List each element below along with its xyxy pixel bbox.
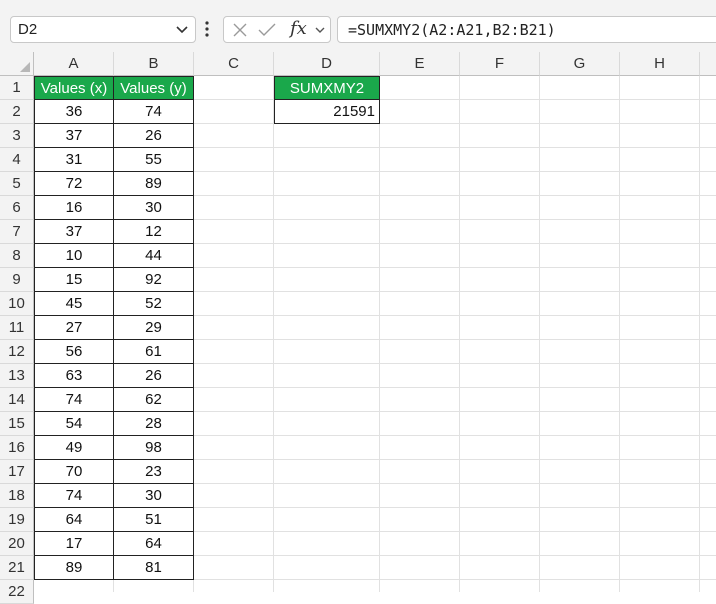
row-header[interactable]: 18 <box>0 484 34 508</box>
table-cell-y[interactable]: 92 <box>114 268 194 292</box>
row-header[interactable]: 7 <box>0 220 34 244</box>
table-cell-y[interactable]: 26 <box>114 124 194 148</box>
column-header-i[interactable] <box>700 52 716 76</box>
table-cell-x[interactable]: 54 <box>34 412 114 436</box>
row-header[interactable]: 3 <box>0 124 34 148</box>
table-cell-y[interactable]: 52 <box>114 292 194 316</box>
row-header[interactable]: 20 <box>0 532 34 556</box>
table-cell-x[interactable]: 89 <box>34 556 114 580</box>
table-cell-x[interactable]: 16 <box>34 196 114 220</box>
row-header[interactable]: 11 <box>0 316 34 340</box>
table-cell-y[interactable]: 62 <box>114 388 194 412</box>
table-cell-y[interactable]: 26 <box>114 364 194 388</box>
chevron-down-icon[interactable] <box>314 24 326 36</box>
row-header[interactable]: 5 <box>0 172 34 196</box>
table-cell-y[interactable]: 51 <box>114 508 194 532</box>
table-cell-x[interactable]: 56 <box>34 340 114 364</box>
table-cell-x[interactable]: 15 <box>34 268 114 292</box>
header-sumxmy2[interactable]: SUMXMY2 <box>274 76 380 100</box>
name-box[interactable]: D2 <box>10 16 196 43</box>
enter-check-icon[interactable] <box>258 22 276 38</box>
table-cell-x[interactable]: 31 <box>34 148 114 172</box>
row-header[interactable]: 16 <box>0 436 34 460</box>
table-cell-y[interactable]: 64 <box>114 532 194 556</box>
row-header[interactable]: 1 <box>0 76 34 100</box>
cancel-icon[interactable] <box>232 22 248 38</box>
column-header-b[interactable]: B <box>114 52 194 76</box>
row-header[interactable]: 6 <box>0 196 34 220</box>
table-cell-x[interactable]: 37 <box>34 220 114 244</box>
table-cell-x[interactable]: 27 <box>34 316 114 340</box>
table-cell-y[interactable]: 29 <box>114 316 194 340</box>
table-cell-y[interactable]: 89 <box>114 172 194 196</box>
table-cell-y[interactable]: 12 <box>114 220 194 244</box>
table-cell-y[interactable]: 30 <box>114 196 194 220</box>
header-values-y[interactable]: Values (y) <box>114 76 194 100</box>
table-cell-y[interactable]: 44 <box>114 244 194 268</box>
table-cell-y[interactable]: 81 <box>114 556 194 580</box>
row-header[interactable]: 2 <box>0 100 34 124</box>
column-header-g[interactable]: G <box>540 52 620 76</box>
select-all-corner[interactable] <box>0 52 34 76</box>
table-cell-x[interactable]: 74 <box>34 484 114 508</box>
column-header-h[interactable]: H <box>620 52 700 76</box>
row-header[interactable]: 12 <box>0 340 34 364</box>
table-cell-y[interactable]: 55 <box>114 148 194 172</box>
formula-buttons: fx <box>223 16 331 43</box>
table-cell-x[interactable]: 63 <box>34 364 114 388</box>
result-cell-d2[interactable]: 21591 <box>274 100 380 124</box>
column-header-a[interactable]: A <box>34 52 114 76</box>
table-cell-x[interactable]: 74 <box>34 388 114 412</box>
formula-bar-area: D2 fx =SUMXMY2(A2:A21,B2:B21) <box>0 0 716 58</box>
more-options-icon[interactable] <box>204 20 210 38</box>
column-header-c[interactable]: C <box>194 52 274 76</box>
table-cell-y[interactable]: 23 <box>114 460 194 484</box>
chevron-down-icon[interactable] <box>175 22 189 36</box>
column-header-d[interactable]: D <box>274 52 380 76</box>
row-header[interactable]: 19 <box>0 508 34 532</box>
row-header[interactable]: 22 <box>0 580 34 604</box>
table-cell-y[interactable]: 28 <box>114 412 194 436</box>
table-cell-x[interactable]: 70 <box>34 460 114 484</box>
row-header[interactable]: 13 <box>0 364 34 388</box>
header-values-x[interactable]: Values (x) <box>34 76 114 100</box>
row-header[interactable]: 14 <box>0 388 34 412</box>
table-cell-y[interactable]: 61 <box>114 340 194 364</box>
column-header-e[interactable]: E <box>380 52 460 76</box>
table-cell-y[interactable]: 30 <box>114 484 194 508</box>
table-cell-x[interactable]: 37 <box>34 124 114 148</box>
formula-input[interactable]: =SUMXMY2(A2:A21,B2:B21) <box>337 16 716 43</box>
formula-text: =SUMXMY2(A2:A21,B2:B21) <box>348 21 556 39</box>
row-header[interactable]: 9 <box>0 268 34 292</box>
table-cell-x[interactable]: 72 <box>34 172 114 196</box>
row-header[interactable]: 21 <box>0 556 34 580</box>
row-header[interactable]: 15 <box>0 412 34 436</box>
table-cell-x[interactable]: 17 <box>34 532 114 556</box>
table-cell-x[interactable]: 36 <box>34 100 114 124</box>
table-cell-y[interactable]: 74 <box>114 100 194 124</box>
row-header[interactable]: 17 <box>0 460 34 484</box>
table-cell-x[interactable]: 64 <box>34 508 114 532</box>
column-header-f[interactable]: F <box>460 52 540 76</box>
insert-function-icon[interactable]: fx <box>290 18 307 39</box>
table-cell-x[interactable]: 49 <box>34 436 114 460</box>
table-cell-x[interactable]: 45 <box>34 292 114 316</box>
table-cell-x[interactable]: 10 <box>34 244 114 268</box>
row-header[interactable]: 10 <box>0 292 34 316</box>
name-box-value: D2 <box>18 21 38 38</box>
row-header[interactable]: 4 <box>0 148 34 172</box>
table-cell-y[interactable]: 98 <box>114 436 194 460</box>
row-header[interactable]: 8 <box>0 244 34 268</box>
